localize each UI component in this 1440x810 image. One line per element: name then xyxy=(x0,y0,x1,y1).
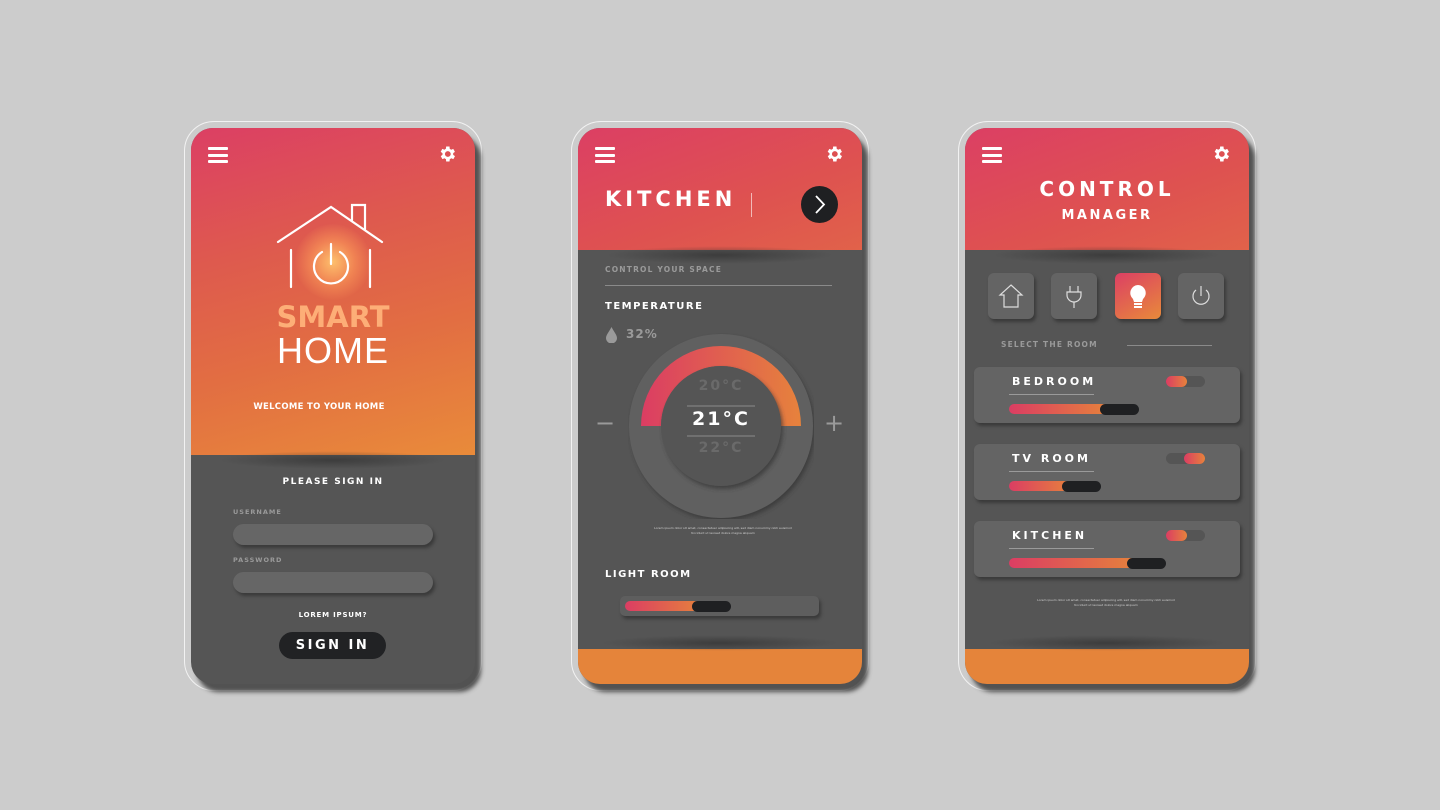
sign-in-button[interactable]: SIGN IN xyxy=(279,632,386,659)
decrease-temp-button[interactable]: − xyxy=(595,409,615,437)
room-card[interactable]: TV ROOM xyxy=(974,444,1240,500)
room-slider-knob[interactable] xyxy=(1127,558,1166,569)
next-room-button[interactable] xyxy=(801,186,838,223)
room-screen: KITCHEN CONTROL YOUR SPACE TEMPERATURE 3… xyxy=(578,128,862,684)
control-subtitle: MANAGER xyxy=(1061,208,1153,223)
select-room-divider xyxy=(1127,345,1212,346)
light-slider[interactable] xyxy=(620,596,819,616)
room-title: KITCHEN xyxy=(605,187,737,211)
temp-current: 21°C xyxy=(692,408,750,430)
room-card[interactable]: KITCHEN xyxy=(974,521,1240,577)
password-input[interactable] xyxy=(233,572,433,593)
room-slider-knob[interactable] xyxy=(1100,404,1139,415)
thermostat-dial[interactable]: 20°C 21°C 22°C xyxy=(628,333,814,519)
help-link[interactable]: LOREM IPSUM? xyxy=(191,611,475,619)
toggle-thumb xyxy=(1184,453,1205,464)
select-room-label: SELECT THE ROOM xyxy=(1001,340,1098,349)
brand-home: HOME xyxy=(277,330,389,371)
gear-icon[interactable] xyxy=(824,144,844,164)
room-toggle[interactable] xyxy=(1166,453,1205,464)
room-toggle[interactable] xyxy=(1166,530,1205,541)
house-power-icon xyxy=(276,203,384,289)
power-icon xyxy=(1192,286,1210,305)
category-light-button[interactable] xyxy=(1115,273,1161,319)
room-name: KITCHEN xyxy=(1012,529,1088,542)
control-title: CONTROL xyxy=(1039,177,1175,201)
category-home-button[interactable] xyxy=(988,273,1034,319)
header-divider xyxy=(751,193,752,217)
light-slider-knob[interactable] xyxy=(692,601,731,612)
brand-smart: SMART xyxy=(276,300,390,334)
house-icon xyxy=(998,284,1024,308)
light-slider-fill xyxy=(625,601,702,611)
temp-above: 20°C xyxy=(698,378,744,394)
username-input[interactable] xyxy=(233,524,433,545)
hamburger-menu-icon[interactable] xyxy=(982,147,1002,163)
login-screen: SMART HOME WELCOME TO YOUR HOME PLEASE S… xyxy=(191,128,475,684)
welcome-text: WELCOME TO YOUR HOME xyxy=(253,402,385,412)
gear-icon[interactable] xyxy=(437,144,457,164)
section-divider xyxy=(605,285,832,286)
hamburger-menu-icon[interactable] xyxy=(208,147,228,163)
room-name-underline xyxy=(1009,471,1094,472)
control-screen: CONTROL MANAGER SELECT THE ROOM BEDROOM T… xyxy=(965,128,1249,684)
fine-print: Lorem ipsum dolor sit amet, consectetuer… xyxy=(1037,598,1175,607)
fine-print: Lorem ipsum dolor sit amet, consectetuer… xyxy=(654,526,792,535)
toggle-thumb xyxy=(1166,530,1187,541)
room-name-underline xyxy=(1009,394,1094,395)
sign-in-title: PLEASE SIGN IN xyxy=(282,477,384,487)
username-label: USERNAME xyxy=(233,508,282,516)
category-plug-button[interactable] xyxy=(1051,273,1097,319)
chevron-right-icon xyxy=(815,195,826,214)
increase-temp-button[interactable]: + xyxy=(824,409,844,437)
room-footer xyxy=(578,635,862,684)
room-name: BEDROOM xyxy=(1012,375,1097,388)
room-slider-fill xyxy=(1009,404,1110,414)
category-power-button[interactable] xyxy=(1178,273,1224,319)
gear-icon[interactable] xyxy=(1211,144,1231,164)
toggle-thumb xyxy=(1166,376,1187,387)
lightbulb-icon xyxy=(1130,285,1146,308)
section-label: CONTROL YOUR SPACE xyxy=(605,265,723,274)
light-room-label: LIGHT ROOM xyxy=(605,569,692,580)
water-drop-icon xyxy=(606,327,617,343)
room-slider-knob[interactable] xyxy=(1062,481,1101,492)
temperature-label: TEMPERATURE xyxy=(605,301,704,312)
control-footer xyxy=(965,635,1249,684)
password-label: PASSWORD xyxy=(233,556,283,564)
room-card[interactable]: BEDROOM xyxy=(974,367,1240,423)
hamburger-menu-icon[interactable] xyxy=(595,147,615,163)
room-name-underline xyxy=(1009,548,1094,549)
room-slider-fill xyxy=(1009,558,1137,568)
room-name: TV ROOM xyxy=(1012,452,1091,465)
plug-icon xyxy=(1066,286,1082,308)
room-toggle[interactable] xyxy=(1166,376,1205,387)
temp-below: 22°C xyxy=(698,440,744,456)
